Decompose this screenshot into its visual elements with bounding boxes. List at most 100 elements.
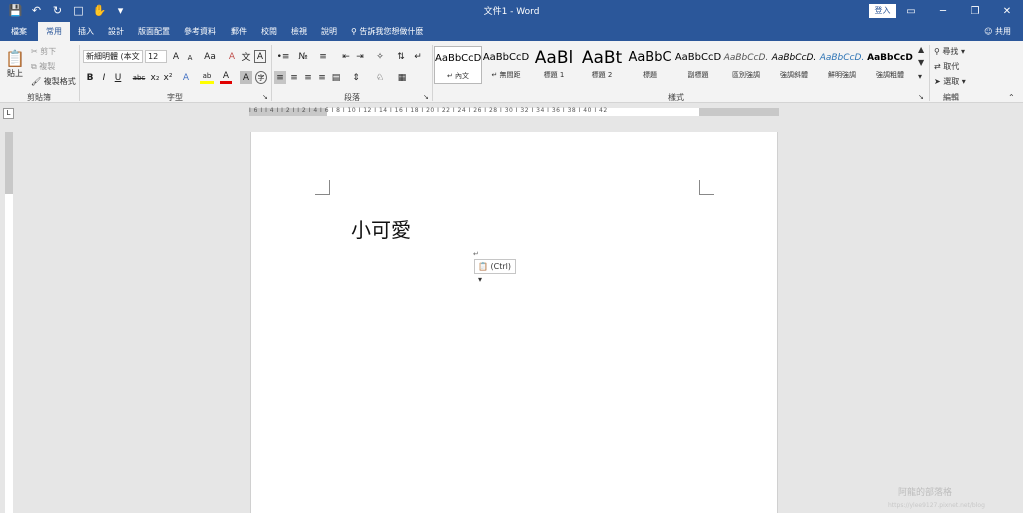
distributed-button[interactable]: ▤ <box>330 71 342 84</box>
tab-mailings[interactable]: 郵件 <box>226 22 252 41</box>
tab-insert[interactable]: 插入 <box>72 22 100 41</box>
style-name: 標題 2 <box>591 71 613 79</box>
decrease-indent-button[interactable]: ⇤ <box>339 50 353 63</box>
subscript-button[interactable]: x₂ <box>149 71 161 84</box>
restore-button[interactable]: ❐ <box>959 0 991 22</box>
numbering-button[interactable]: № <box>294 50 312 63</box>
grow-font-button[interactable]: A <box>170 50 182 63</box>
tab-file[interactable]: 檔案 <box>4 22 34 41</box>
paste-options-button[interactable]: 📋 (Ctrl) ▾ <box>474 259 516 284</box>
share-button[interactable]: ☺ 共用 <box>984 22 1011 41</box>
line-spacing-button[interactable]: ⇕ <box>348 71 364 84</box>
replace-button[interactable]: ⇄ 取代 <box>934 61 959 72</box>
style-normal[interactable]: AaBbCcD ↵ 內文 <box>434 46 482 84</box>
change-case-button[interactable]: Aa <box>201 50 219 63</box>
document-text[interactable]: 小可愛 <box>351 214 411 243</box>
asian-layout-button[interactable]: ✧ <box>371 50 389 63</box>
style-title[interactable]: AaBbC 標題 <box>626 46 674 84</box>
style-heading-2[interactable]: AaBt 標題 2 <box>578 46 626 84</box>
align-left-button[interactable]: ≡ <box>274 71 286 84</box>
sort-button[interactable]: ⇅ <box>395 50 407 63</box>
shrink-font-button[interactable]: A <box>184 51 196 64</box>
character-border-button[interactable]: A <box>254 50 266 63</box>
style-name: 區別強調 <box>732 71 760 79</box>
format-painter-icon: 🖌 <box>31 77 42 86</box>
phonetic-guide-button[interactable]: 文 <box>240 50 252 63</box>
show-marks-button[interactable]: ↵ <box>412 50 424 63</box>
align-center-button[interactable]: ≡ <box>288 71 300 84</box>
editing-group-label: 編輯 <box>943 93 959 102</box>
bullets-button[interactable]: •≡ <box>274 50 292 63</box>
style-subtle-emphasis[interactable]: AaBbCcD. 區別強調 <box>722 46 770 84</box>
font-size-combo[interactable]: 12 <box>145 50 167 63</box>
align-right-button[interactable]: ≡ <box>302 71 314 84</box>
style-intense-emphasis[interactable]: AaBbCcD. 鮮明強調 <box>818 46 866 84</box>
font-dialog-launcher-icon[interactable]: ↘ <box>262 93 268 101</box>
font-name-combo[interactable]: 新細明體 (本文 <box>83 50 143 63</box>
underline-button[interactable]: U <box>113 71 123 84</box>
character-shading-button[interactable]: A <box>240 71 252 84</box>
vertical-ruler[interactable] <box>5 132 13 513</box>
style-name: 標題 1 <box>543 71 565 79</box>
select-button[interactable]: ➤ 選取 ▾ <box>934 76 966 87</box>
close-button[interactable]: ✕ <box>991 0 1023 22</box>
paste-button[interactable]: 📋 貼上 <box>3 44 27 84</box>
enclose-characters-button[interactable]: 字 <box>255 71 267 84</box>
tab-review[interactable]: 校閱 <box>256 22 282 41</box>
cursor-icon: ➤ <box>934 77 941 86</box>
tab-selector[interactable]: L <box>3 108 14 119</box>
asian-layout-icon: ✧ <box>376 51 384 62</box>
style-heading-1[interactable]: AaBl 標題 1 <box>530 46 578 84</box>
styles-dialog-launcher-icon[interactable]: ↘ <box>918 93 924 101</box>
style-subtitle[interactable]: AaBbCcD 副標題 <box>674 46 722 84</box>
copy-button[interactable]: ⧉ 複製 <box>31 61 55 72</box>
style-emphasis[interactable]: AaBbCcD. 強調斜體 <box>770 46 818 84</box>
ribbon-display-options-button[interactable]: ▭ <box>895 0 927 22</box>
style-preview: AaBl <box>534 48 574 68</box>
superscript-button[interactable]: x² <box>162 71 174 84</box>
multilevel-list-button[interactable]: ≡ <box>314 50 332 63</box>
tab-help[interactable]: 說明 <box>316 22 342 41</box>
text-effects-button[interactable]: A <box>180 71 192 84</box>
cut-button[interactable]: ✂ 剪下 <box>31 46 56 57</box>
style-strong[interactable]: AaBbCcD 強調粗體 <box>866 46 914 84</box>
italic-button[interactable]: I <box>99 71 109 84</box>
minimize-button[interactable]: ─ <box>927 0 959 22</box>
format-painter-button[interactable]: 🖌 複製格式 <box>31 76 76 87</box>
font-color-button[interactable]: A <box>220 71 232 84</box>
justify-button[interactable]: ≡ <box>316 71 328 84</box>
tell-me-search[interactable]: ⚲ 告訴我您想做什麼 <box>351 22 423 41</box>
increase-indent-button[interactable]: ⇥ <box>353 50 367 63</box>
styles-scroll-down-icon[interactable]: ▼ <box>918 58 924 67</box>
horizontal-ruler[interactable]: I 6 I I 4 I I 2 I I 2 I 4 I 6 I 8 I 10 I… <box>249 107 779 116</box>
style-name: ↵ 無間距 <box>491 71 521 79</box>
numbering-icon: № <box>298 51 308 62</box>
share-label: 共用 <box>995 27 1011 36</box>
clear-formatting-button[interactable]: A <box>226 50 238 63</box>
shading-button[interactable]: ♘ <box>372 71 388 84</box>
style-preview: AaBbC <box>628 50 672 65</box>
borders-button[interactable]: ▦ <box>394 71 410 84</box>
tab-layout[interactable]: 版面配置 <box>134 22 174 41</box>
paragraph-mark-icon: ↵ <box>414 51 422 62</box>
bold-button[interactable]: B <box>85 71 95 84</box>
find-button[interactable]: ⚲ 尋找 ▾ <box>934 46 965 57</box>
tab-references[interactable]: 參考資料 <box>180 22 220 41</box>
tab-home[interactable]: 常用 <box>38 22 70 41</box>
justify-icon: ≡ <box>318 72 326 83</box>
paragraph-dialog-launcher-icon[interactable]: ↘ <box>423 93 429 101</box>
signin-button[interactable]: 登入 <box>869 4 896 18</box>
person-icon: ☺ <box>984 27 993 36</box>
tab-design[interactable]: 設計 <box>102 22 130 41</box>
tab-view[interactable]: 檢視 <box>286 22 312 41</box>
document-page[interactable]: 小可愛 ↵ 📋 (Ctrl) ▾ <box>250 132 778 513</box>
styles-more-icon[interactable]: ▾ <box>918 72 922 81</box>
collapse-ribbon-icon[interactable]: ⌃ <box>1008 93 1015 102</box>
strikethrough-button[interactable]: abc <box>131 71 147 84</box>
paste-icon: 📋 <box>5 49 25 68</box>
styles-scroll-up-icon[interactable]: ▲ <box>918 45 924 54</box>
increase-indent-icon: ⇥ <box>356 51 364 62</box>
highlight-color-button[interactable]: ab <box>200 71 214 84</box>
style-name: 強調粗體 <box>876 71 904 79</box>
style-no-spacing[interactable]: AaBbCcD ↵ 無間距 <box>482 46 530 84</box>
